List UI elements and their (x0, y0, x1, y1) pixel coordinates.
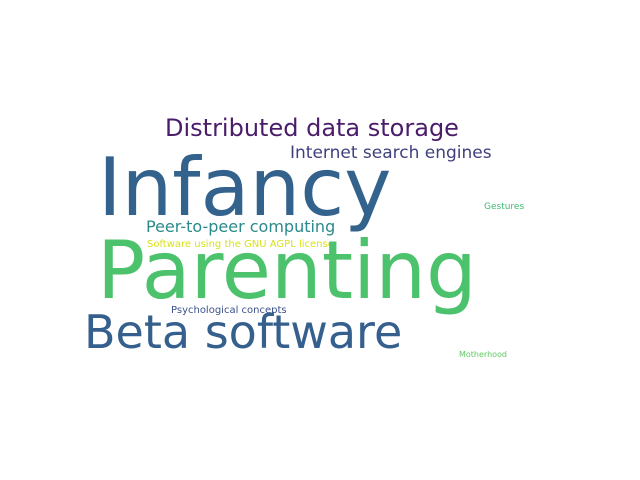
word-motherhood: Motherhood (459, 350, 508, 359)
word-infancy: Infancy (98, 141, 392, 234)
word-parenting: Parenting (97, 224, 477, 317)
word-distributed-data-storage: Distributed data storage (165, 114, 459, 142)
word-cloud: Distributed data storage Internet search… (0, 0, 640, 480)
word-beta-software: Beta software (84, 305, 403, 359)
word-gestures: Gestures (484, 202, 525, 212)
